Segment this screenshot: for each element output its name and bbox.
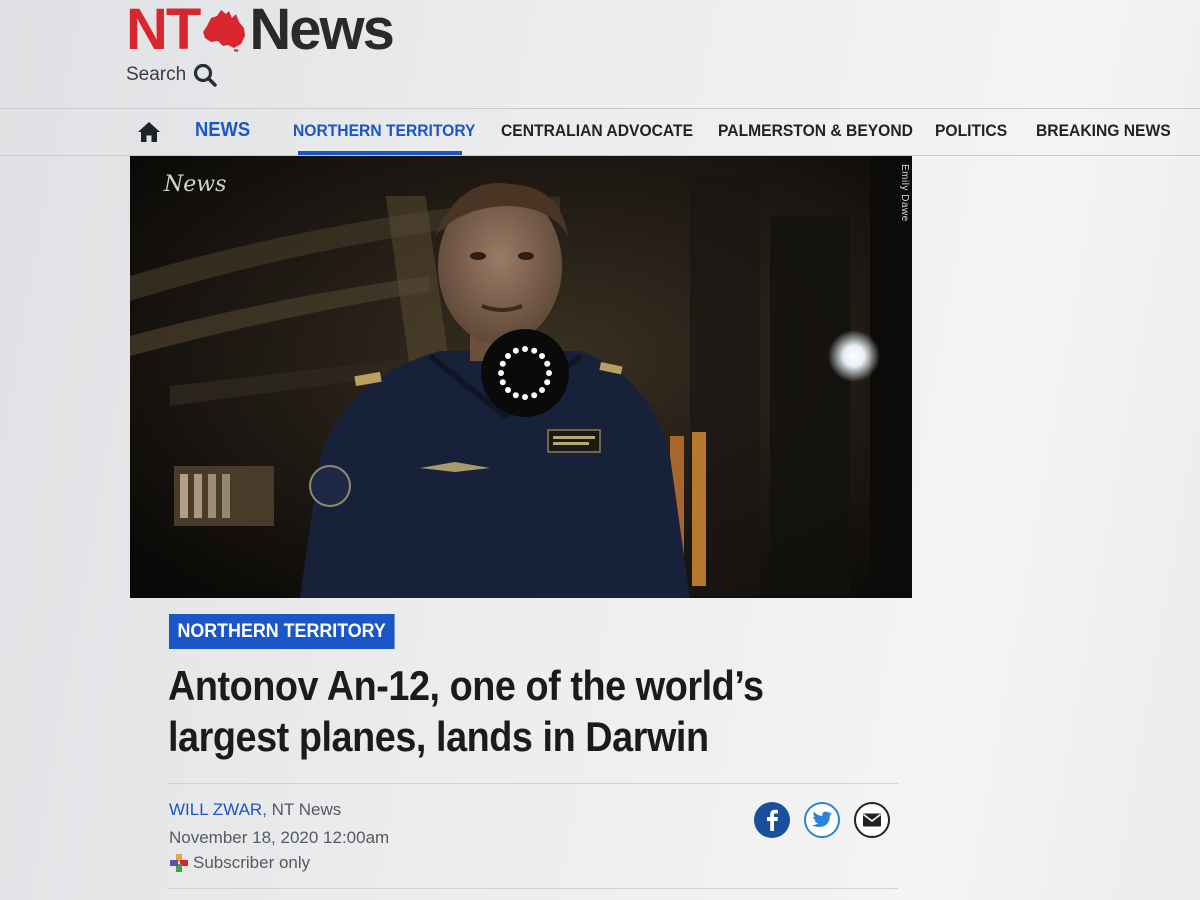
main-navigation: NEWS NORTHERN TERRITORY CENTRALIAN ADVOC…: [0, 108, 1200, 156]
nav-item-news[interactable]: NEWS: [195, 119, 250, 142]
search-label: Search: [126, 64, 187, 85]
logo-nt-text: NT: [126, 0, 201, 62]
masthead: NT News Search: [0, 0, 1200, 108]
photo-credit: Emily Dawe: [899, 164, 910, 222]
nav-item-centralian-advocate[interactable]: CENTRALIAN ADVOCATE: [501, 121, 693, 141]
author-link[interactable]: WILL ZWAR: [169, 800, 262, 819]
nt-news-logo[interactable]: NT News: [126, 0, 395, 62]
subscriber-only-label: Subscriber only: [169, 853, 310, 873]
news-article-page: NT News Search NEWS NORTHERN TERRITORY C…: [0, 0, 1200, 900]
nav-item-breaking-news[interactable]: BREAKING NEWS: [1036, 121, 1171, 141]
nav-item-northern-territory[interactable]: NORTHERN TERRITORY: [293, 121, 475, 141]
loading-spinner-icon: [481, 329, 569, 417]
home-icon[interactable]: [137, 121, 161, 143]
email-share-button[interactable]: [854, 802, 890, 838]
byline: WILL ZWAR, NT News: [169, 800, 341, 820]
facebook-icon: [767, 809, 778, 831]
australia-map-icon: [203, 10, 246, 52]
subscriber-plus-icon: [170, 854, 188, 872]
subscriber-text: Subscriber only: [193, 853, 311, 872]
category-badge[interactable]: NORTHERN TERRITORY: [169, 614, 395, 649]
twitter-icon: [812, 811, 832, 827]
facebook-share-button[interactable]: [754, 802, 790, 838]
article-headline: Antonov An-12, one of the world’s larges…: [168, 662, 764, 760]
meta-divider: [168, 888, 898, 889]
headline-divider: [168, 783, 898, 784]
nav-item-politics[interactable]: POLITICS: [935, 121, 1007, 141]
logo-news-text: News: [249, 0, 395, 62]
nav-item-palmerston-beyond[interactable]: PALMERSTON & BEYOND: [718, 121, 913, 141]
email-icon: [863, 813, 881, 827]
publish-date: November 18, 2020 12:00am: [169, 828, 390, 847]
search-icon: [194, 63, 218, 87]
video-brand-watermark: News: [164, 172, 227, 197]
active-tab-indicator: [298, 151, 462, 155]
search-button[interactable]: Search: [126, 62, 218, 88]
twitter-share-button[interactable]: [804, 802, 840, 838]
video-player[interactable]: News Emily Dawe: [130, 156, 912, 598]
publication-name: , NT News: [262, 800, 342, 819]
share-buttons: [754, 802, 890, 838]
